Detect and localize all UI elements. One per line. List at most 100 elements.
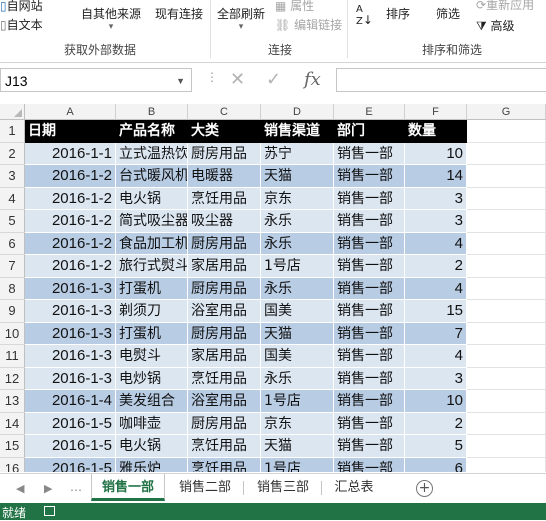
empty-cell[interactable] [467, 367, 546, 390]
row-header[interactable]: 16 [0, 457, 25, 472]
table-cell[interactable]: 销售一部 [334, 322, 405, 345]
table-cell[interactable]: 立式温热饮水机 [116, 142, 188, 165]
table-cell[interactable]: 销售一部 [334, 187, 405, 210]
table-cell[interactable]: 电炒锅 [116, 367, 188, 390]
table-cell[interactable]: 销售一部 [334, 390, 405, 413]
add-sheet-icon[interactable]: + [416, 480, 433, 497]
table-header-cell[interactable]: 销售渠道 [261, 120, 334, 143]
table-cell[interactable]: 5 [405, 435, 467, 458]
edit-links-button[interactable]: ⛓ 编辑链接 [275, 16, 342, 33]
row-header[interactable]: 6 [0, 232, 25, 255]
table-cell[interactable]: 家居用品 [188, 255, 261, 278]
empty-cell[interactable] [467, 457, 546, 472]
table-cell[interactable]: 销售一部 [334, 255, 405, 278]
select-all-corner[interactable] [0, 104, 25, 120]
empty-cell[interactable] [467, 322, 546, 345]
empty-cell[interactable] [467, 277, 546, 300]
row-header[interactable]: 8 [0, 277, 25, 300]
table-cell[interactable]: 永乐 [261, 210, 334, 233]
table-cell[interactable]: 永乐 [261, 232, 334, 255]
table-cell[interactable]: 永乐 [261, 277, 334, 300]
table-cell[interactable]: 吸尘器 [188, 210, 261, 233]
table-cell[interactable]: 2016-1-3 [25, 345, 116, 368]
row-header[interactable]: 1 [0, 120, 25, 143]
tab-scroll-right-icon[interactable]: ▶ [44, 482, 52, 495]
from-web-button[interactable]: ▯自网站 [0, 0, 43, 14]
table-cell[interactable]: 家居用品 [188, 345, 261, 368]
column-header[interactable]: D [261, 104, 334, 120]
table-cell[interactable]: 销售一部 [334, 435, 405, 458]
column-header[interactable]: E [334, 104, 405, 120]
table-cell[interactable]: 2016-1-5 [25, 412, 116, 435]
table-cell[interactable]: 烹饪用品 [188, 435, 261, 458]
table-cell[interactable]: 厨房用品 [188, 277, 261, 300]
table-cell[interactable]: 电熨斗 [116, 345, 188, 368]
row-header[interactable]: 4 [0, 187, 25, 210]
empty-cell[interactable] [467, 412, 546, 435]
from-text-button[interactable]: ▯自文本 [0, 16, 43, 33]
table-cell[interactable]: 天猫 [261, 165, 334, 188]
table-cell[interactable]: 1号店 [261, 255, 334, 278]
table-cell[interactable]: 美发组合 [116, 390, 188, 413]
table-cell[interactable]: 2016-1-2 [25, 165, 116, 188]
cancel-icon[interactable]: ✕ [230, 68, 245, 92]
table-cell[interactable]: 1号店 [261, 390, 334, 413]
tab-scroll-left-icon[interactable]: ◀ [16, 482, 24, 495]
table-cell[interactable]: 剃须刀 [116, 300, 188, 323]
reapply-button[interactable]: ⟳重新应用 [476, 0, 534, 13]
table-cell[interactable]: 销售一部 [334, 300, 405, 323]
table-cell[interactable]: 永乐 [261, 367, 334, 390]
column-header[interactable]: C [188, 104, 261, 120]
table-cell[interactable]: 2 [405, 255, 467, 278]
filter-button[interactable]: 筛选 [436, 5, 460, 22]
table-cell[interactable]: 销售一部 [334, 210, 405, 233]
table-cell[interactable]: 2016-1-3 [25, 322, 116, 345]
table-cell[interactable]: 简式吸尘器 [116, 210, 188, 233]
table-cell[interactable]: 厨房用品 [188, 322, 261, 345]
column-header[interactable]: B [116, 104, 188, 120]
empty-cell[interactable] [467, 435, 546, 458]
table-cell[interactable]: 厨房用品 [188, 142, 261, 165]
table-cell[interactable]: 国美 [261, 300, 334, 323]
table-header-cell[interactable]: 大类 [188, 120, 261, 143]
table-cell[interactable]: 4 [405, 345, 467, 368]
sheet-tab-sales-1[interactable]: 销售一部 [91, 474, 165, 501]
table-cell[interactable]: 2016-1-3 [25, 277, 116, 300]
row-header[interactable]: 11 [0, 345, 25, 368]
table-header-cell[interactable]: 产品名称 [116, 120, 188, 143]
table-cell[interactable]: 雅乐炉 [116, 457, 188, 472]
table-cell[interactable]: 3 [405, 187, 467, 210]
empty-cell[interactable] [467, 187, 546, 210]
row-header[interactable]: 10 [0, 322, 25, 345]
empty-cell[interactable] [467, 142, 546, 165]
properties-button[interactable]: ▦ 属性 [275, 0, 314, 14]
az-sort-icon[interactable]: A Z↓ [356, 3, 373, 27]
row-header[interactable]: 12 [0, 367, 25, 390]
table-cell[interactable]: 国美 [261, 345, 334, 368]
row-header[interactable]: 13 [0, 390, 25, 413]
table-cell[interactable]: 3 [405, 367, 467, 390]
table-cell[interactable]: 电暖器 [188, 165, 261, 188]
table-cell[interactable]: 2016-1-3 [25, 367, 116, 390]
table-cell[interactable]: 销售一部 [334, 232, 405, 255]
table-header-cell[interactable]: 日期 [25, 120, 116, 143]
table-cell[interactable]: 销售一部 [334, 457, 405, 472]
empty-cell[interactable] [467, 345, 546, 368]
table-cell[interactable]: 烹饪用品 [188, 187, 261, 210]
sheet-tab-summary[interactable]: 汇总表 [325, 474, 383, 501]
table-cell[interactable]: 打蛋机 [116, 322, 188, 345]
table-cell[interactable]: 2016-1-2 [25, 232, 116, 255]
table-cell[interactable]: 销售一部 [334, 412, 405, 435]
insert-function-icon[interactable]: fx [304, 68, 321, 92]
table-cell[interactable]: 14 [405, 165, 467, 188]
table-cell[interactable]: 2016-1-5 [25, 457, 116, 472]
table-cell[interactable]: 销售一部 [334, 142, 405, 165]
empty-cell[interactable] [467, 210, 546, 233]
table-cell[interactable]: 京东 [261, 187, 334, 210]
table-cell[interactable]: 2016-1-4 [25, 390, 116, 413]
table-cell[interactable]: 销售一部 [334, 345, 405, 368]
table-cell[interactable]: 6 [405, 457, 467, 472]
table-cell[interactable]: 15 [405, 300, 467, 323]
table-cell[interactable]: 浴室用品 [188, 390, 261, 413]
column-header[interactable]: G [467, 104, 546, 120]
